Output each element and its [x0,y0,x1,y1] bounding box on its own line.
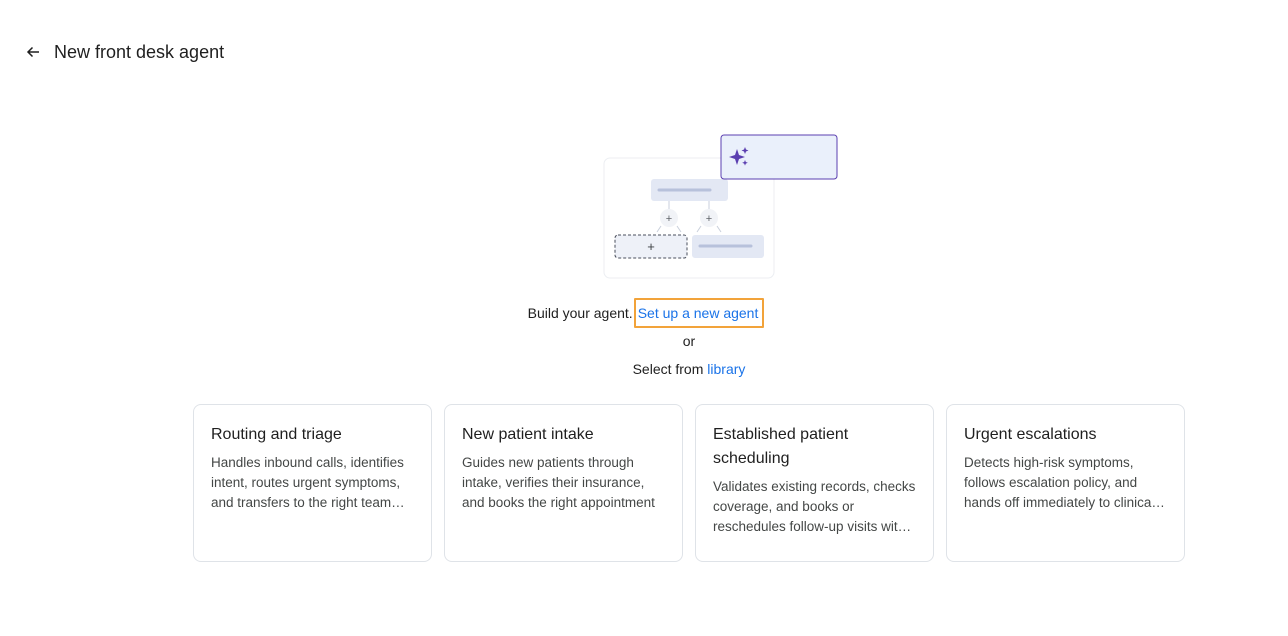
build-agent-line: Build your agent. Set up a new agent [0,298,1288,328]
build-prefix: Build your agent. [527,305,633,321]
svg-text:+: + [647,239,655,254]
card-description: Validates existing records, checks cover… [713,479,916,534]
card-title: New patient intake [462,426,594,443]
card-title: Routing and triage [211,426,342,443]
template-card-routing-triage[interactable]: Routing and triage Handles inbound calls… [193,404,432,562]
select-from-library-line: Select from library [0,361,1288,377]
svg-text:+: + [666,213,672,225]
card-title: Urgent escalations [964,426,1097,443]
template-card-new-patient-intake[interactable]: New patient intake Guides new patients t… [444,404,683,562]
template-card-established-scheduling[interactable]: Established patient scheduling Validates… [695,404,934,562]
card-title: Established patient scheduling [713,426,849,467]
agent-builder-illustration: + + + [603,134,839,280]
back-button[interactable] [24,43,42,61]
page-header: New front desk agent [24,40,224,64]
or-separator: or [682,333,696,349]
card-description: Detects high-risk symptoms, follows esca… [964,455,1155,510]
select-prefix: Select from [632,361,704,377]
template-card-urgent-escalations[interactable]: Urgent escalations Detects high-risk sym… [946,404,1185,562]
card-description: Guides new patients through intake, veri… [462,455,655,510]
library-link[interactable]: library [707,361,745,377]
card-description: Handles inbound calls, identifies intent… [211,455,404,510]
arrow-left-icon [26,46,39,58]
setup-new-agent-link[interactable]: Set up a new agent [633,298,765,328]
svg-text:+: + [706,213,712,225]
page-title: New front desk agent [54,41,225,62]
template-cards: Routing and triage Handles inbound calls… [193,404,1185,562]
